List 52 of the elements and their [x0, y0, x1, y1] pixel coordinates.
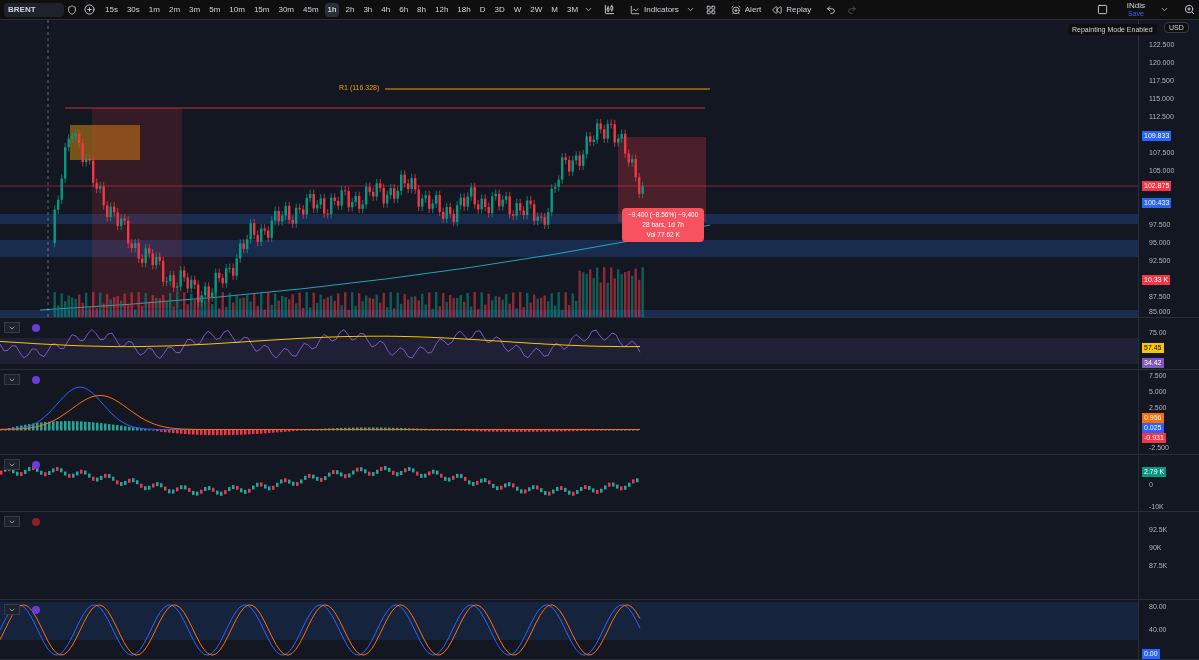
interval-button[interactable]: 2W: [527, 2, 546, 17]
interval-button[interactable]: 15s: [102, 2, 121, 17]
indicator-icon: [32, 375, 40, 384]
replay-button[interactable]: Replay: [768, 3, 816, 16]
collapse-button[interactable]: [4, 322, 20, 333]
interval-button[interactable]: 1m: [145, 2, 163, 17]
collapse-button[interactable]: [4, 516, 20, 527]
alert-button[interactable]: Alert: [726, 3, 766, 16]
interval-button[interactable]: M: [548, 2, 561, 17]
chevron-icon[interactable]: [1160, 5, 1169, 14]
interval-button[interactable]: W: [510, 2, 525, 17]
chart-icon: [630, 4, 641, 15]
interval-button[interactable]: 3h: [360, 2, 376, 17]
undo-icon[interactable]: [826, 4, 837, 15]
interval-button[interactable]: 1h: [324, 2, 340, 17]
alarm-clock-icon: [730, 4, 741, 15]
indicator-icon: [32, 605, 40, 614]
interval-button[interactable]: 3m: [186, 2, 204, 17]
interval-button[interactable]: 6h: [396, 2, 412, 17]
interval-button[interactable]: 30s: [123, 2, 143, 17]
interval-button[interactable]: 8h: [414, 2, 429, 17]
interval-button[interactable]: 3M: [563, 2, 582, 17]
indicator-icon: [32, 323, 40, 332]
collapse-button[interactable]: [4, 604, 20, 615]
collapse-button[interactable]: [4, 459, 20, 470]
square-icon[interactable]: [1096, 4, 1108, 15]
indicators-button[interactable]: Indicators: [626, 3, 683, 16]
interval-button[interactable]: 12h: [432, 2, 452, 17]
layout-grid-icon[interactable]: [705, 4, 716, 15]
chevron-icon[interactable]: [584, 5, 594, 14]
interval-button[interactable]: 15m: [250, 2, 273, 17]
collapse-button[interactable]: [4, 374, 20, 385]
interval-button[interactable]: 18h: [454, 2, 474, 17]
interval-button[interactable]: 5m: [206, 2, 224, 17]
rewind-icon: [772, 4, 783, 15]
interval-button[interactable]: 4h: [378, 2, 394, 17]
magnifier-icon[interactable]: [1184, 4, 1195, 15]
interval-button[interactable]: 2m: [165, 2, 184, 17]
add-symbol-icon[interactable]: [84, 4, 95, 15]
interval-button[interactable]: 30m: [275, 2, 297, 17]
interval-button[interactable]: D: [476, 2, 489, 17]
layout-name[interactable]: INdis: [1126, 1, 1145, 10]
symbol-field[interactable]: BRENT: [4, 2, 64, 17]
chevron-icon[interactable]: [685, 5, 695, 14]
interval-button[interactable]: 3D: [491, 2, 508, 17]
interval-button[interactable]: 45m: [300, 2, 322, 17]
indicator-icon: [32, 517, 40, 526]
indicator-icon: [32, 460, 40, 469]
candlestick-icon[interactable]: [604, 4, 616, 15]
interval-button[interactable]: 10m: [226, 2, 248, 17]
shield-icon[interactable]: [67, 4, 77, 15]
interval-button[interactable]: 2h: [342, 2, 358, 17]
